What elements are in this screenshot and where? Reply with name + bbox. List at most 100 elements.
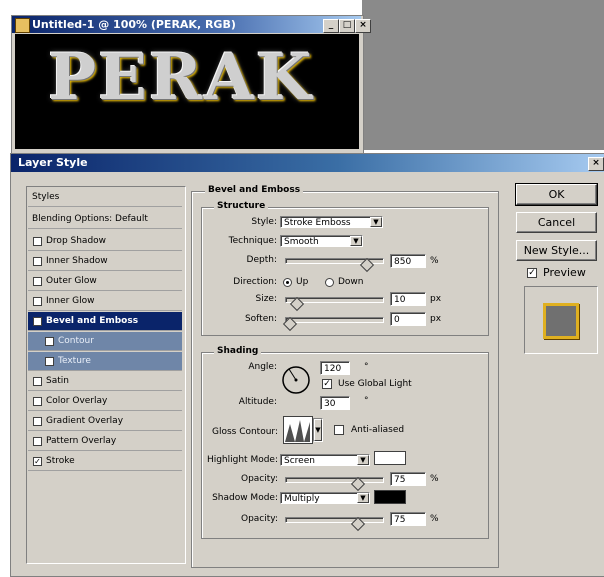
style-checkbox[interactable] <box>33 237 42 246</box>
size-input[interactable]: 10 <box>390 292 426 306</box>
shadow-opacity-label: Opacity: <box>241 514 278 524</box>
style-checkbox[interactable] <box>33 437 42 446</box>
angle-unit: ° <box>364 362 369 372</box>
style-item-label: Texture <box>58 356 91 366</box>
style-item-label: Gradient Overlay <box>46 416 124 426</box>
soften-unit: px <box>430 314 442 324</box>
style-checkbox[interactable] <box>33 417 42 426</box>
new-style-button[interactable]: New Style... <box>516 240 597 261</box>
style-item-stroke[interactable]: ✓ Stroke <box>28 452 182 471</box>
depth-label: Depth: <box>246 255 277 265</box>
depth-input[interactable]: 850 <box>390 254 426 268</box>
highlight-opacity-slider[interactable] <box>285 477 384 483</box>
style-item-pattern-overlay[interactable]: Pattern Overlay <box>28 432 182 451</box>
shadow-color-swatch[interactable] <box>374 490 406 504</box>
style-item-outer-glow[interactable]: Outer Glow <box>28 272 182 291</box>
highlight-mode-label: Highlight Mode: <box>206 455 278 465</box>
soften-input[interactable]: 0 <box>390 312 426 326</box>
anti-aliased-label: Anti-aliased <box>351 425 405 435</box>
style-item-satin[interactable]: Satin <box>28 372 182 391</box>
direction-up-label: Up <box>296 277 309 287</box>
direction-down-radio[interactable] <box>325 278 334 287</box>
document-title-bar[interactable]: Untitled-1 @ 100% (PERAK, RGB) _ □ × <box>12 16 371 33</box>
style-checkbox[interactable]: ✓ <box>33 317 42 326</box>
preview-checkbox[interactable]: ✓ <box>527 268 537 278</box>
global-light-checkbox[interactable]: ✓ <box>322 379 332 389</box>
style-item-label: Blending Options: Default <box>32 214 148 224</box>
style-item-contour[interactable]: Contour <box>28 332 182 351</box>
highlight-opacity-unit: % <box>430 474 439 484</box>
style-checkbox[interactable] <box>45 357 54 366</box>
highlight-mode-value: Screen <box>284 456 315 466</box>
photoshop-doc-icon <box>15 18 30 33</box>
style-preview-box <box>524 286 598 354</box>
dialog-title-bar[interactable]: Layer Style × <box>11 154 604 172</box>
bevel-emboss-title: Bevel and Emboss <box>205 185 304 196</box>
highlight-color-swatch[interactable] <box>374 451 406 465</box>
ok-button[interactable]: OK <box>515 183 598 206</box>
cancel-button[interactable]: Cancel <box>516 212 597 233</box>
style-item-inner-shadow[interactable]: Inner Shadow <box>28 252 182 271</box>
altitude-label: Altitude: <box>238 397 277 407</box>
style-item-color-overlay[interactable]: Color Overlay <box>28 392 182 411</box>
direction-down-label: Down <box>338 277 364 287</box>
style-checkbox[interactable] <box>33 257 42 266</box>
minimize-button[interactable]: _ <box>323 19 339 33</box>
maximize-button[interactable]: □ <box>339 19 355 33</box>
highlight-mode-select[interactable]: Screen ▼ <box>280 454 370 466</box>
style-item-label: Bevel and Emboss <box>46 316 139 326</box>
shadow-mode-value: Multiply <box>284 494 320 504</box>
style-checkbox[interactable] <box>33 297 42 306</box>
style-item-label: Color Overlay <box>46 396 108 406</box>
style-item-gradient-overlay[interactable]: Gradient Overlay <box>28 412 182 431</box>
altitude-unit: ° <box>364 396 369 406</box>
shadow-opacity-input[interactable]: 75 <box>390 512 426 526</box>
chevron-down-icon: ▼ <box>350 236 362 246</box>
style-item-label: Inner Glow <box>46 296 95 306</box>
gloss-contour-dropdown[interactable]: ▼ <box>313 418 323 442</box>
style-label: Style: <box>251 217 277 227</box>
canvas-text: PERAK <box>48 40 314 115</box>
shadow-opacity-slider[interactable] <box>285 517 384 523</box>
style-checkbox[interactable] <box>33 397 42 406</box>
angle-input[interactable]: 120 <box>320 361 350 375</box>
size-label: Size: <box>255 294 277 304</box>
anti-aliased-checkbox[interactable] <box>334 425 344 435</box>
style-checkbox[interactable] <box>33 277 42 286</box>
direction-label: Direction: <box>233 277 277 287</box>
style-item-texture[interactable]: Texture <box>28 352 182 371</box>
structure-title: Structure <box>214 201 269 212</box>
shadow-mode-select[interactable]: Multiply ▼ <box>280 492 370 504</box>
chevron-down-icon: ▼ <box>357 493 369 503</box>
technique-select[interactable]: Smooth ▼ <box>280 235 363 247</box>
altitude-input[interactable]: 30 <box>320 396 350 410</box>
chevron-down-icon: ▼ <box>314 419 322 441</box>
highlight-opacity-input[interactable]: 75 <box>390 472 426 486</box>
gloss-contour-label: Gloss Contour: <box>211 427 278 437</box>
shadow-mode-label: Shadow Mode: <box>212 493 278 503</box>
style-checkbox[interactable]: ✓ <box>33 457 42 466</box>
style-item-label: Pattern Overlay <box>46 436 117 446</box>
styles-header[interactable]: Styles <box>28 188 182 207</box>
style-select[interactable]: Stroke Emboss ▼ <box>280 216 383 228</box>
direction-up-radio[interactable] <box>283 278 292 287</box>
style-checkbox[interactable] <box>33 377 42 386</box>
style-item-label: Satin <box>46 376 69 386</box>
technique-label: Technique: <box>228 236 277 246</box>
style-item-drop-shadow[interactable]: Drop Shadow <box>28 232 182 251</box>
style-item-bevel-and-emboss[interactable]: ✓ Bevel and Emboss <box>28 312 182 331</box>
close-icon[interactable]: × <box>355 19 371 33</box>
soften-slider[interactable] <box>285 317 384 323</box>
style-item-label: Stroke <box>46 456 75 466</box>
document-title: Untitled-1 @ 100% (PERAK, RGB) <box>32 18 236 31</box>
style-item-inner-glow[interactable]: Inner Glow <box>28 292 182 311</box>
shadow-opacity-unit: % <box>430 514 439 524</box>
style-checkbox[interactable] <box>45 337 54 346</box>
gloss-contour-icon[interactable] <box>283 416 313 444</box>
angle-dial[interactable] <box>280 364 312 396</box>
highlight-opacity-label: Opacity: <box>241 474 278 484</box>
shading-title: Shading <box>214 346 262 357</box>
style-item-label: Styles <box>32 192 60 202</box>
blending-options-item[interactable]: Blending Options: Default <box>28 210 182 229</box>
dialog-close-icon[interactable]: × <box>588 157 604 171</box>
